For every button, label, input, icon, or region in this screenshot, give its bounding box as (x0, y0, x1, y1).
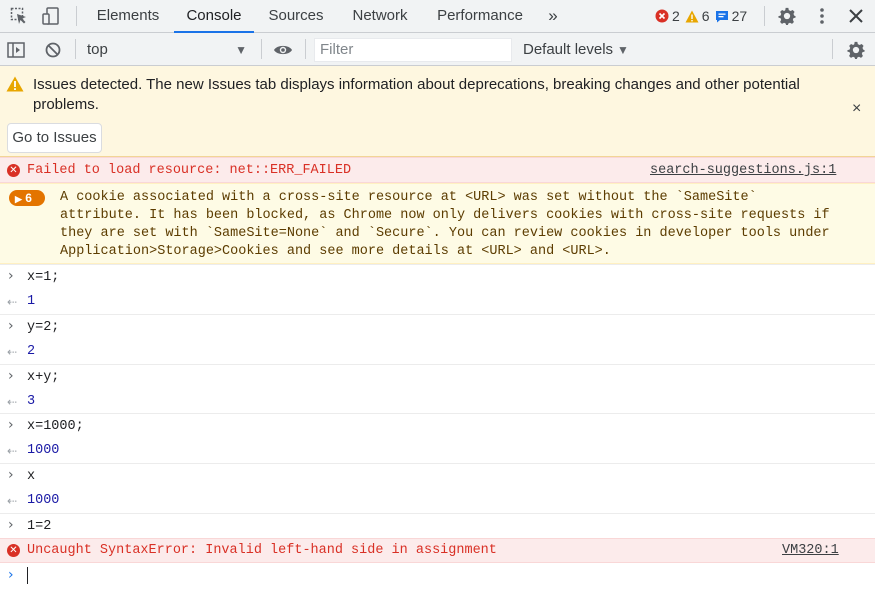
inspect-element-icon[interactable] (8, 5, 30, 27)
error-message-text: Failed to load resource: net::ERR_FAILED (27, 163, 352, 178)
syntax-error-source-link[interactable]: VM320:1 (782, 543, 839, 558)
console-input-text: x+y; (27, 370, 60, 385)
tab-elements[interactable]: Elements (86, 0, 170, 32)
console-input-row: › x=1000; (0, 413, 875, 438)
text-cursor (27, 567, 28, 584)
toolbar-divider (75, 39, 76, 59)
error-count-icon (655, 9, 669, 23)
warning-line: A cookie associated with a cross-site re… (60, 190, 757, 205)
info-count: 27 (731, 8, 748, 24)
warning-repeat-badge[interactable]: ▶ 6 (9, 190, 45, 206)
console-result-row: ⇠ 1000 (0, 438, 875, 463)
input-chevron-icon: › (8, 318, 14, 334)
result-arrow-icon: ⇠ (7, 345, 18, 359)
tab-performance[interactable]: Performance (428, 0, 532, 32)
sidebar-toggle-icon[interactable] (5, 39, 27, 61)
log-levels-dropdown[interactable]: Default levels ▼ (523, 39, 629, 61)
console-input-row: › x (0, 463, 875, 488)
prompt-chevron-icon: › (8, 567, 14, 583)
console-result-value: 1 (27, 294, 36, 309)
error-count: 2 (672, 8, 680, 24)
info-count-icon (715, 10, 728, 22)
console-result-value: 1000 (27, 443, 60, 458)
result-arrow-icon: ⇠ (7, 295, 18, 309)
tab-network[interactable]: Network (342, 0, 418, 32)
result-arrow-icon: ⇠ (7, 395, 18, 409)
filter-input[interactable]: Filter (314, 38, 512, 62)
live-expression-eye-icon[interactable] (272, 39, 294, 61)
warning-message-text: A cookie associated with a cross-site re… (60, 189, 830, 261)
console-input-text: x (27, 469, 36, 484)
input-chevron-icon: › (8, 467, 14, 483)
devtools-tabbar: Elements Console Sources Network Perform… (0, 0, 875, 33)
input-chevron-icon: › (8, 368, 14, 384)
result-arrow-icon: ⇠ (7, 494, 18, 508)
console-result-row: ⇠ 3 (0, 389, 875, 414)
console-syntax-error-message: ✕ Uncaught SyntaxError: Invalid left-han… (0, 538, 875, 563)
go-to-issues-button[interactable]: Go to Issues (7, 123, 102, 153)
warning-count-icon (685, 10, 699, 22)
toolbar-divider-3 (305, 39, 306, 59)
tab-console[interactable]: Console (174, 0, 254, 33)
warning-line: they are set with `SameSite=None` and `S… (60, 226, 830, 241)
console-toolbar: top ▼ Filter Default levels ▼ (0, 33, 875, 66)
warning-count: 6 (701, 8, 710, 24)
console-result-row: ⇠ 1000 (0, 488, 875, 513)
syntax-error-text: Uncaught SyntaxError: Invalid left-hand … (27, 543, 497, 558)
console-settings-gear-icon[interactable] (845, 39, 867, 61)
console-input-row: › y=2; (0, 314, 875, 339)
expand-triangle-icon: ▶ (15, 194, 22, 204)
tabbar-divider-right (764, 6, 765, 26)
dropdown-arrow-icon: ▼ (235, 43, 247, 57)
tab-sources[interactable]: Sources (260, 0, 332, 32)
console-result-value: 2 (27, 344, 36, 359)
input-chevron-icon: › (8, 517, 14, 533)
toolbar-divider-2 (261, 39, 262, 59)
dropdown-arrow-icon: ▼ (617, 43, 629, 57)
input-chevron-icon: › (8, 268, 14, 284)
console-input-text: y=2; (27, 320, 60, 335)
warning-repeat-count: 6 (25, 191, 32, 205)
console-result-row: ⇠ 1 (0, 289, 875, 314)
issue-counts[interactable]: 2 6 27 (655, 7, 752, 25)
more-tabs-button[interactable]: » (540, 0, 566, 32)
console-input-row: › x=1; (0, 264, 875, 289)
device-toolbar-icon[interactable] (40, 5, 62, 27)
console-result-value: 1000 (27, 493, 60, 508)
console-input-text: x=1; (27, 270, 60, 285)
console-result-row: ⇠ 2 (0, 339, 875, 364)
context-selector[interactable]: top ▼ (79, 39, 251, 61)
tabbar-divider (76, 6, 77, 26)
close-banner-icon[interactable]: × (852, 101, 861, 117)
console-result-value: 3 (27, 394, 36, 409)
console-input-row: › 1=2 (0, 513, 875, 538)
warning-line: attribute. It has been blocked, as Chrom… (60, 208, 830, 223)
error-icon: ✕ (7, 164, 20, 177)
console-prompt[interactable]: › (0, 563, 875, 600)
context-selector-value: top (87, 41, 108, 58)
input-chevron-icon: › (8, 417, 14, 433)
warning-line: Application>Storage>Cookies and see more… (60, 244, 611, 259)
result-arrow-icon: ⇠ (7, 444, 18, 458)
error-source-link[interactable]: search-suggestions.js:1 (650, 163, 836, 178)
toolbar-divider-4 (832, 39, 833, 59)
clear-console-icon[interactable] (42, 39, 64, 61)
console-error-message: ✕ Failed to load resource: net::ERR_FAIL… (0, 157, 875, 183)
more-options-icon[interactable] (811, 5, 833, 27)
close-devtools-icon[interactable] (845, 5, 867, 27)
settings-gear-icon[interactable] (776, 5, 798, 27)
log-levels-label: Default levels (523, 41, 614, 58)
console-input-text: x=1000; (27, 419, 84, 434)
issues-banner-text: Issues detected. The new Issues tab disp… (33, 76, 800, 113)
error-icon: ✕ (7, 544, 20, 557)
console-input-row: › x+y; (0, 364, 875, 389)
warning-triangle-icon (6, 76, 24, 95)
console-input-text: 1=2 (27, 519, 52, 534)
